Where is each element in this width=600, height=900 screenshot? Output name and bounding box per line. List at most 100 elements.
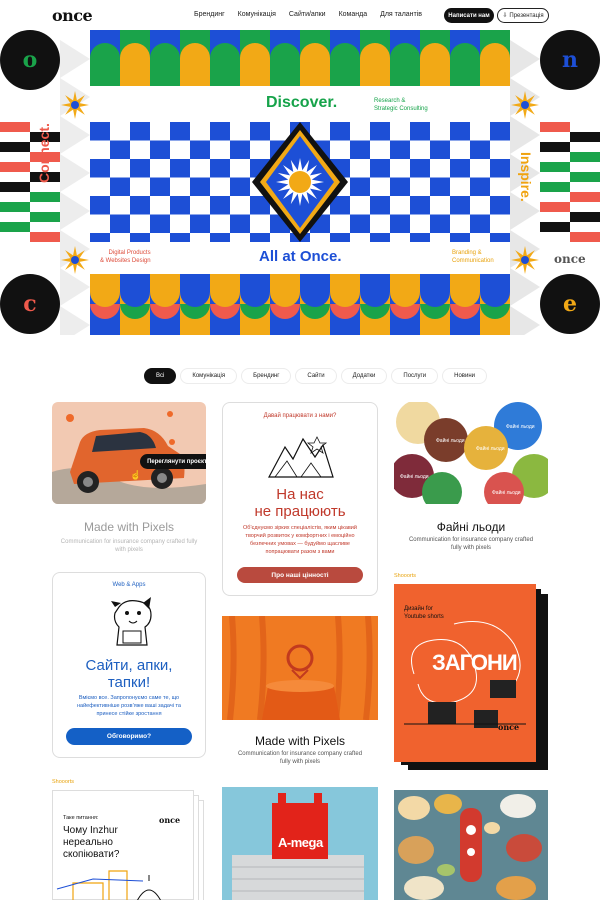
project-card-shooorts-1[interactable]: Дизайн for Youtube shorts ЗАГОНИ once	[394, 584, 550, 770]
nav-team[interactable]: Команда	[339, 11, 368, 18]
project-title[interactable]: Made with Pixels	[52, 520, 206, 534]
project-card-pixels-2[interactable]: Made with Pixels Communication for insur…	[222, 616, 378, 766]
checker-tile	[110, 140, 130, 159]
car-illustration	[52, 411, 206, 504]
top-row-half	[270, 43, 300, 86]
project-card-pixels-1[interactable]: Переглянути проєкт ☝ Made with Pixels Co…	[52, 402, 206, 553]
project-image-ice[interactable]: Файні льоди Файні льоди Файні льоди Файн…	[394, 402, 548, 504]
filter-branding[interactable]: Брендинг	[241, 368, 292, 384]
project-subtitle: Communication for insurance company craf…	[394, 536, 548, 553]
checker-tile	[370, 196, 390, 215]
checker-tile	[350, 177, 370, 196]
filter-news[interactable]: Новини	[442, 368, 487, 384]
nav-talents[interactable]: Для талантів	[380, 11, 422, 18]
letter-o-circle: o	[0, 30, 60, 90]
scoop-label-4: Файні льоди	[400, 473, 429, 480]
right-stripe	[570, 192, 600, 202]
inzhur-cover[interactable]: Таке питання: once Чому Inzhur нереально…	[52, 790, 194, 900]
top-row-half	[90, 43, 120, 86]
checker-tile	[110, 177, 130, 196]
right-stripe	[540, 222, 570, 232]
mountains-icon	[268, 436, 334, 478]
checker-tile	[230, 177, 250, 196]
checker-tile	[430, 140, 450, 159]
project-subtitle-line1: Communication for insurance company craf…	[408, 537, 534, 543]
checker-tile	[490, 122, 510, 141]
checker-tile	[210, 159, 230, 178]
top-row-half	[150, 43, 180, 86]
hero-all-at-once: All at Once.	[259, 248, 342, 265]
hero-pattern	[0, 30, 600, 335]
inzhur-topic: Таке питання:	[63, 815, 99, 821]
inzhur-once-logo: once	[159, 815, 181, 825]
checker-tile	[350, 140, 370, 159]
project-card-ice[interactable]: Файні льоди Файні льоди Файні льоди Файн…	[394, 402, 548, 552]
checker-tile	[230, 140, 250, 159]
checker-tile	[430, 214, 450, 233]
hero-connect: Connect.	[36, 123, 52, 183]
hero-discover: Discover.	[266, 94, 338, 111]
project-image-amega[interactable]: A-mega	[222, 787, 378, 900]
inzhur-question-line1: Чому Inzhur	[63, 825, 118, 836]
nav-sites-apps[interactable]: Сайти/апки	[289, 11, 326, 18]
food-table-illustration	[394, 790, 548, 900]
project-title[interactable]: Made with Pixels	[222, 734, 378, 748]
discuss-button[interactable]: Обговоримо?	[66, 728, 192, 745]
shooorts-tag-2: Shooorts	[52, 779, 75, 785]
careers-card[interactable]: Давай працювати з нами? На нас не працюю…	[222, 402, 378, 596]
starburst-center	[71, 256, 79, 264]
checker-tile	[450, 196, 470, 215]
checker-tile	[490, 159, 510, 178]
right-stripe	[570, 212, 600, 222]
web-apps-card[interactable]: Web & Apps Сайти, апки, тапки! Вміємо вс…	[52, 572, 206, 758]
sun-core	[289, 171, 311, 193]
project-image-food[interactable]	[394, 790, 548, 900]
project-card-shooorts-2[interactable]: Таке питання: once Чому Inzhur нереально…	[52, 790, 206, 900]
careers-headline: На нас не працюють	[223, 486, 377, 520]
project-title[interactable]: Файні льоди	[394, 520, 548, 534]
filter-sites[interactable]: Сайти	[295, 368, 337, 384]
web-apps-headline-line1: Сайти, апки,	[85, 657, 173, 674]
view-project-tooltip[interactable]: Переглянути проєкт	[140, 454, 206, 469]
bottom-row-half	[240, 274, 270, 307]
filter-apps[interactable]: Додатки	[340, 368, 388, 384]
checker-tile	[410, 196, 430, 215]
careers-body-line4: попрацювати разом з вами	[265, 548, 335, 555]
letter-n-circle: n	[540, 30, 600, 90]
values-button[interactable]: Про наші цінності	[237, 567, 363, 583]
filter-communication[interactable]: Комунікація	[180, 368, 238, 384]
checker-tile	[330, 122, 350, 141]
checker-tile	[170, 122, 190, 141]
checker-tile	[470, 214, 490, 233]
checker-tile	[190, 214, 210, 233]
checker-tile	[150, 177, 170, 196]
hero-digital-line1: Digital Products	[108, 250, 151, 256]
left-stripe	[0, 202, 30, 212]
shooorts-cover[interactable]: Дизайн for Youtube shorts ЗАГОНИ once	[394, 584, 536, 762]
checker-tile	[190, 140, 210, 159]
logo[interactable]: once	[52, 6, 93, 25]
scoop-label-5: Файні льоди	[492, 489, 521, 496]
shooorts-tag-1: Shooorts	[394, 573, 417, 579]
careers-body: Об'єднуємо зірких спеціалістів, яким цік…	[223, 525, 377, 557]
contact-button[interactable]: Написати нам	[444, 8, 494, 23]
web-apps-headline-line2: тапки!	[107, 674, 151, 692]
project-image-car[interactable]: Переглянути проєкт ☝	[52, 402, 206, 504]
top-row-half	[390, 43, 420, 86]
starburst-center	[71, 101, 79, 109]
hero-inspire: Inspire.	[518, 152, 534, 202]
project-image-orange-stage[interactable]	[222, 616, 378, 720]
checker-tile	[250, 122, 270, 141]
checker-tile	[470, 177, 490, 196]
filter-services[interactable]: Послуги	[391, 368, 439, 384]
presentation-button[interactable]: ⇩ Презентація	[497, 8, 549, 23]
nav-branding[interactable]: Брендинг	[194, 11, 225, 18]
project-subtitle-line1: Communication for insurance company craf…	[237, 751, 363, 757]
bottom-row-half	[450, 274, 480, 307]
checker-tile	[450, 122, 470, 141]
nav-communication[interactable]: Комунікація	[238, 11, 276, 18]
checker-tile	[90, 122, 110, 141]
web-apps-body-line3: принесе стійке зростання	[96, 710, 162, 717]
filter-all[interactable]: Всі	[144, 368, 177, 384]
top-row-half	[420, 43, 450, 86]
